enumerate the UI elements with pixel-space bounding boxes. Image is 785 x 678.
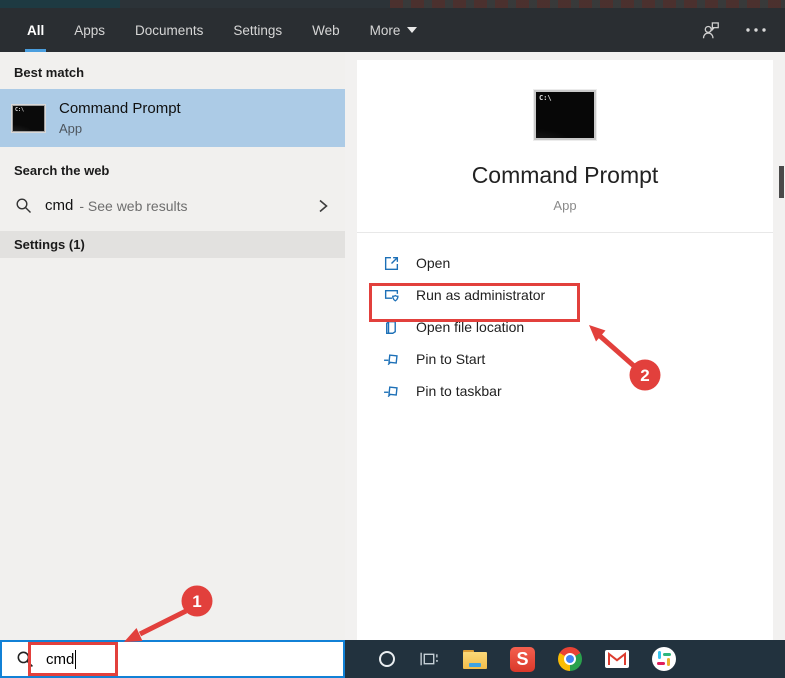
- tab-more-label: More: [369, 22, 401, 38]
- search-results-panel: Best match C:\ Command Prompt App Search…: [0, 52, 345, 640]
- cortana-icon[interactable]: [379, 651, 395, 667]
- best-match-header: Best match: [14, 65, 85, 80]
- tab-apps[interactable]: Apps: [72, 8, 107, 52]
- best-match-type: App: [59, 121, 83, 136]
- settings-section-header: Settings (1): [0, 231, 345, 258]
- file-explorer-icon[interactable]: [463, 649, 487, 669]
- command-prompt-icon: C:\: [12, 104, 45, 132]
- filter-tabs: All Apps Documents Settings Web More: [25, 8, 419, 52]
- cropped-strip-left: [0, 0, 120, 8]
- search-input[interactable]: cmd: [0, 640, 345, 678]
- windows-search-flyout: All Apps Documents Settings Web More Bes…: [0, 0, 785, 678]
- chevron-down-icon: [407, 27, 418, 33]
- text-cursor: [75, 649, 77, 669]
- search-icon: [15, 197, 32, 214]
- search-filter-bar: All Apps Documents Settings Web More: [0, 8, 785, 52]
- action-run-as-administrator[interactable]: Run as administrator: [383, 279, 773, 311]
- cropped-strip-garbled-text: [390, 0, 785, 8]
- chevron-right-icon[interactable]: [317, 198, 329, 214]
- action-pin-to-start[interactable]: Pin to Start: [383, 343, 773, 375]
- tab-more[interactable]: More: [368, 8, 420, 52]
- open-file-location-icon: [383, 319, 400, 336]
- scrollbar-thumb[interactable]: [779, 166, 784, 198]
- tab-web[interactable]: Web: [310, 8, 342, 52]
- tab-settings[interactable]: Settings: [231, 8, 284, 52]
- s-app-icon[interactable]: S: [510, 646, 535, 672]
- result-preview-panel: C:\ Command Prompt App Open Run as admin…: [357, 60, 773, 640]
- search-query-text: cmd: [46, 650, 75, 668]
- search-icon: [16, 650, 34, 668]
- command-prompt-icon: C:\: [534, 90, 596, 140]
- pin-icon: [383, 383, 400, 400]
- preview-app-type: App: [553, 198, 577, 213]
- run-as-administrator-icon: [383, 287, 400, 304]
- preview-app-title: Command Prompt: [471, 162, 659, 188]
- action-pin-to-taskbar[interactable]: Pin to taskbar: [383, 375, 773, 407]
- task-view-icon[interactable]: [418, 649, 440, 669]
- open-icon: [383, 255, 400, 272]
- taskbar: S: [345, 640, 785, 678]
- slack-icon[interactable]: [652, 647, 676, 671]
- gmail-icon[interactable]: [605, 650, 629, 668]
- cropped-top-strip: [0, 0, 785, 8]
- web-search-result[interactable]: cmd - See web results: [0, 187, 345, 224]
- action-open-file-location[interactable]: Open file location: [383, 311, 773, 343]
- context-action-list: Open Run as administrator Open file loca…: [357, 233, 773, 407]
- best-match-result-command-prompt[interactable]: C:\ Command Prompt App: [0, 89, 345, 147]
- chrome-icon[interactable]: [558, 647, 582, 671]
- search-the-web-header: Search the web: [14, 163, 110, 178]
- best-match-title: Command Prompt: [59, 100, 181, 117]
- pin-icon: [383, 351, 400, 368]
- web-query-text: cmd: [45, 197, 74, 214]
- tab-all[interactable]: All: [25, 8, 47, 52]
- web-query-hint: - See web results: [79, 197, 188, 214]
- action-open[interactable]: Open: [383, 247, 773, 279]
- ellipsis-icon[interactable]: [745, 26, 767, 34]
- tab-documents[interactable]: Documents: [133, 8, 205, 52]
- feedback-icon[interactable]: [699, 20, 721, 40]
